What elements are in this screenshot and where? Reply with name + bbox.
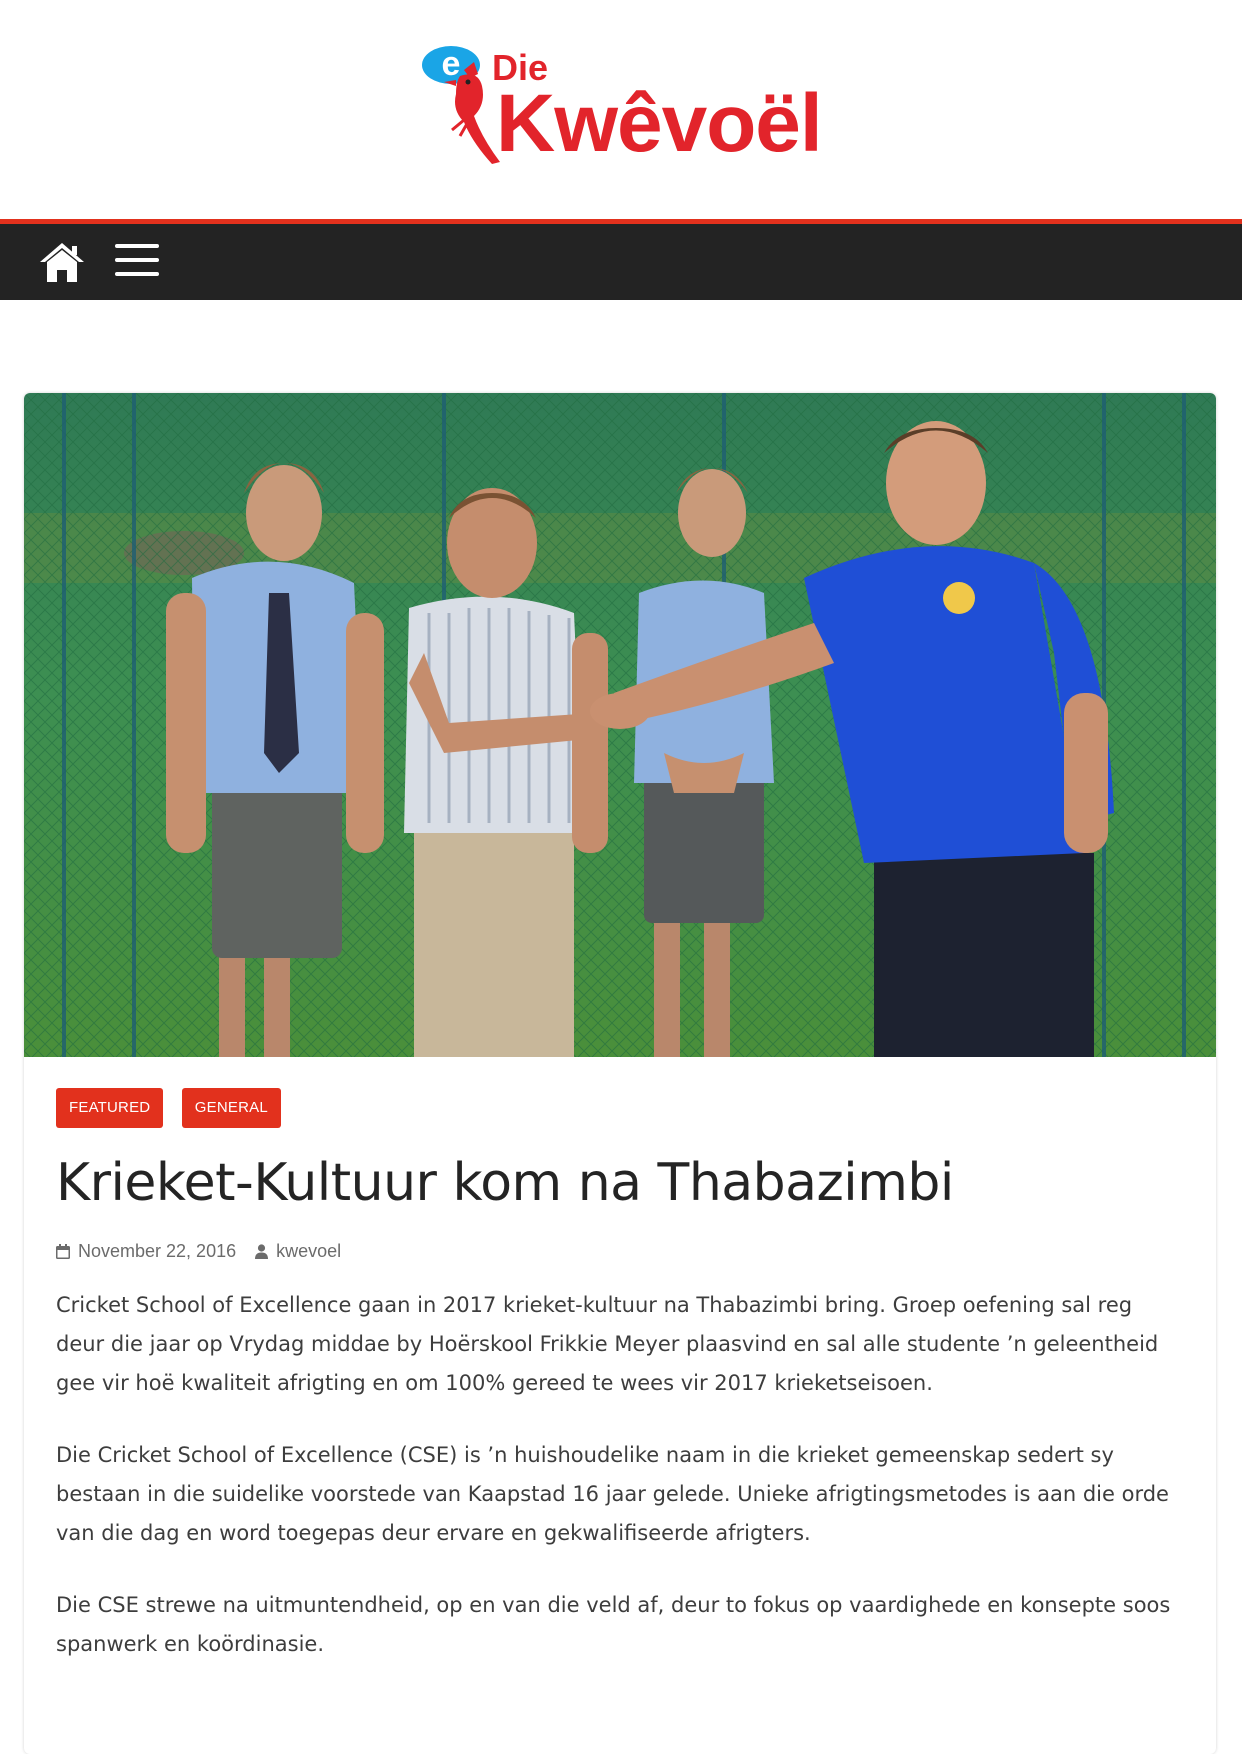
article-paragraph: Cricket School of Excellence gaan in 201… xyxy=(56,1293,1159,1395)
category-tag-general[interactable]: GENERAL xyxy=(181,1088,281,1128)
article-title: Krieket-Kultuur kom na Thabazimbi xyxy=(56,1153,954,1213)
article-body: Cricket School of Excellence gaan in 201… xyxy=(56,1286,1176,1697)
site-header: e Die Kwêvoël xyxy=(0,0,1242,219)
entry-meta: November 22, 2016 kwevoel xyxy=(56,1237,355,1267)
post-author: kwevoel xyxy=(255,1237,341,1265)
category-tag-featured[interactable]: FEATURED xyxy=(56,1088,164,1128)
article-paragraph: Die CSE strewe na uitmuntendheid, op en … xyxy=(56,1593,1171,1656)
site-logo[interactable]: e Die Kwêvoël xyxy=(420,42,823,172)
post-author-link[interactable]: kwevoel xyxy=(276,1237,341,1265)
logo-name-text: Kwêvoël xyxy=(496,78,823,169)
user-icon xyxy=(255,1243,269,1259)
home-icon[interactable] xyxy=(38,240,86,284)
post-date: November 22, 2016 xyxy=(56,1237,236,1265)
main-nav-bar xyxy=(0,224,1242,300)
featured-image xyxy=(24,393,1216,1057)
article-paragraph: Die Cricket School of Excellence (CSE) i… xyxy=(56,1443,1169,1545)
post-date-link[interactable]: November 22, 2016 xyxy=(78,1237,236,1265)
hamburger-menu-icon[interactable] xyxy=(115,244,159,280)
article-card: FEATURED GENERAL Krieket-Kultuur kom na … xyxy=(24,393,1216,1754)
category-tags: FEATURED GENERAL xyxy=(56,1088,295,1128)
calendar-icon xyxy=(56,1243,70,1259)
